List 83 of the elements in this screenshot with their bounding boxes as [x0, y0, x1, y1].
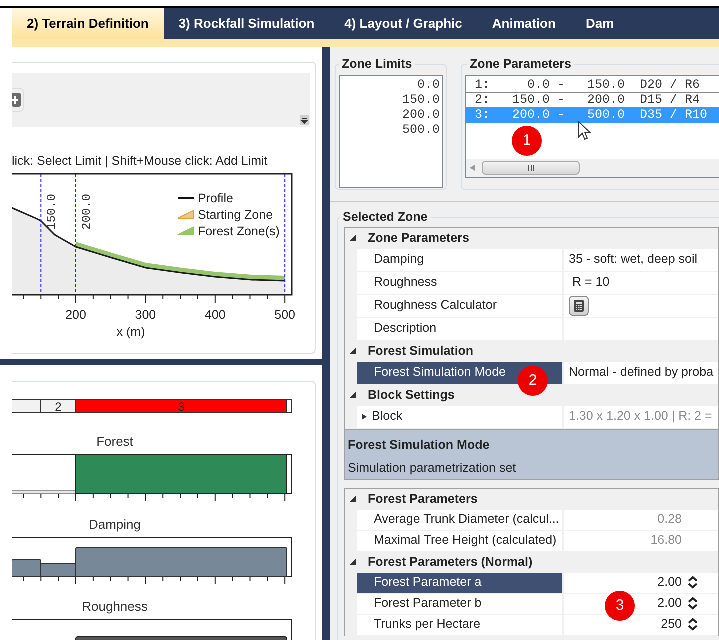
legend-label: Forest Zone(s) [198, 224, 280, 238]
legend-swatch-icon [178, 226, 194, 236]
property-name: Forest Parameter b [374, 595, 482, 612]
list-item[interactable]: 150.0 [402, 92, 440, 108]
scroll-left-icon [470, 164, 475, 171]
legend-label: Profile [198, 192, 234, 206]
zone-segment [12, 400, 42, 414]
hint-text: lick: Select Limit | Shift+Mouse click: Add Limit [12, 153, 269, 170]
zone-segment: 3 [76, 400, 288, 414]
expanded-arrow-icon[interactable] [350, 559, 356, 566]
list-item[interactable]: 500.0 [402, 122, 440, 138]
zone-segment [286, 400, 292, 414]
damping-bar [12, 560, 42, 578]
category-label: Forest Simulation [368, 342, 474, 360]
zone-limits-list[interactable]: 0.0 150.0 200.0 500.0 [339, 74, 443, 188]
spinner-arrows-icon[interactable] [688, 597, 698, 610]
scroll-thumb[interactable] [482, 160, 580, 175]
property-name: Maximal Tree Height (calculated) [374, 532, 557, 550]
group-title: Selected Zone [342, 209, 429, 226]
property-value: 1.30 x 1.20 x 1.00 | R: 2 = [568, 408, 712, 426]
description-text: Simulation parametrization set [348, 460, 518, 477]
expanded-arrow-icon[interactable] [350, 235, 356, 242]
property-name: Forest Simulation Mode [374, 364, 506, 382]
category-label: Zone Parameters [368, 230, 470, 247]
property-name: Block [372, 408, 403, 426]
tick-label: 200 [66, 308, 86, 322]
property-value: 35 - soft: wet, deep soil [568, 251, 698, 268]
list-item[interactable]: 0.0 [417, 78, 440, 93]
group-title: Zone Limits [341, 56, 414, 73]
tick-label: 300 [135, 308, 156, 322]
category-label: Forest Parameters (Normal) [368, 554, 533, 571]
property-name: Forest Parameter a [374, 574, 482, 592]
property-name-cell[interactable]: Forest Parameter a [357, 572, 562, 593]
property-value: R = 10 [571, 274, 610, 292]
add-icon [12, 93, 22, 107]
add-button[interactable] [12, 88, 24, 112]
tab[interactable]: Dam [570, 8, 630, 39]
legend-label: Starting Zone [198, 208, 274, 222]
property-name: Average Trunk Diameter (calcul... [374, 511, 560, 528]
expanded-arrow-icon[interactable] [350, 392, 356, 398]
legend-line-icon [178, 197, 194, 199]
list-item[interactable]: 200.0 [402, 108, 440, 123]
chart-title: Forest [96, 434, 134, 449]
axis-title: x (m) [116, 325, 146, 339]
property-value: Normal - defined by proba [568, 364, 714, 382]
property-name: Roughness Calculator [374, 297, 497, 314]
description-title: Forest Simulation Mode [348, 436, 491, 454]
collapsed-arrow-icon[interactable] [362, 414, 368, 420]
tab[interactable]: Animation [477, 8, 571, 39]
limit-label: 200.0 [80, 194, 94, 230]
expanded-arrow-icon[interactable] [350, 496, 356, 502]
category-label: Block Settings [368, 386, 455, 404]
tab[interactable]: 4) Layout / Graphic [330, 8, 478, 39]
grip-icon [528, 164, 534, 171]
tick-label: 500 [274, 308, 296, 322]
chart-title: Roughness [82, 599, 148, 614]
calculator-icon [574, 300, 584, 312]
chart-title: Damping [88, 517, 142, 532]
mouse-pointer-icon [578, 121, 591, 141]
list-row[interactable]: 1: 0.0 - 150.0 D20 / R6 [466, 78, 719, 93]
scroll-down-icon [300, 115, 309, 125]
legend-swatch-icon [178, 210, 194, 219]
property-value: 2.00 [658, 595, 682, 612]
tick-label: 400 [204, 308, 226, 322]
property-value: 16.80 [650, 532, 682, 550]
tab[interactable]: 3) Rockfall Simulation [164, 8, 330, 39]
spinner-arrows-icon[interactable] [688, 576, 698, 590]
limit-label: 150.0 [45, 194, 60, 230]
zone-segment: 2 [40, 400, 76, 414]
spinner-arrows-icon[interactable] [688, 618, 698, 632]
category-label: Forest Parameters [368, 490, 478, 508]
tab[interactable]: 2) Terrain Definition [12, 8, 164, 39]
property-name: Trunks per Hectare [374, 616, 481, 634]
property-name: Description [374, 320, 437, 338]
property-value: 0.28 [658, 511, 682, 528]
horizontal-scrollbar[interactable] [466, 158, 719, 177]
property-value: 2.00 [658, 574, 682, 592]
property-value: 250 [661, 616, 682, 634]
calculator-button[interactable] [569, 296, 589, 316]
property-name: Roughness [374, 274, 438, 292]
expanded-arrow-icon[interactable] [350, 348, 356, 354]
property-name: Damping [374, 251, 424, 268]
group-title: Zone Parameters [469, 56, 572, 73]
